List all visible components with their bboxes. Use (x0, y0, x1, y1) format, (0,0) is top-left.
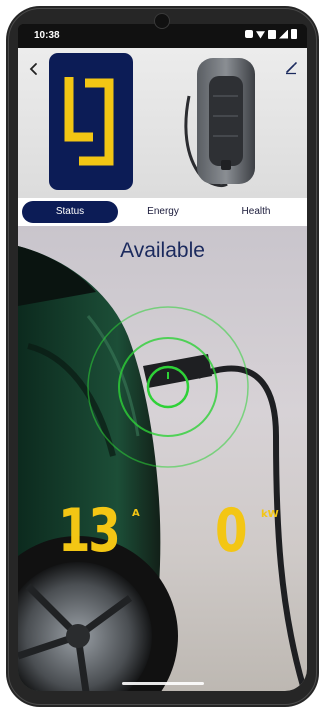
back-button[interactable] (24, 60, 44, 80)
tab-status[interactable]: Status (22, 201, 118, 223)
chevron-left-icon (29, 63, 37, 75)
sim-icon (268, 29, 276, 39)
status-icons (245, 29, 297, 39)
signal-icon (279, 29, 288, 39)
home-indicator[interactable] (122, 682, 204, 685)
current-value: 13 (58, 496, 121, 566)
wifi-icon (256, 31, 265, 39)
logo-mark-icon (64, 77, 114, 166)
current-unit: A (132, 508, 140, 519)
battery-icon (291, 29, 297, 39)
power-unit: kW (261, 509, 279, 520)
front-camera (154, 13, 170, 29)
power-value: 0 (215, 496, 248, 566)
brand-logo (49, 53, 133, 190)
status-time: 10:38 (34, 30, 60, 41)
wallbox-charger-image (184, 58, 255, 188)
sync-icon (245, 30, 253, 38)
device-header (18, 48, 307, 198)
app-screen: 10:38 Status Energy Health Available 13 … (18, 24, 307, 691)
pencil-icon (286, 62, 297, 75)
ev-charging-scene (18, 246, 306, 691)
edit-button[interactable] (281, 60, 301, 80)
status-panel: Available 13 A 0 kW (18, 226, 307, 691)
tab-energy[interactable]: Energy (115, 201, 211, 223)
tab-bar: Status Energy Health (18, 198, 307, 226)
tab-health[interactable]: Health (208, 201, 304, 223)
availability-status: Available (120, 239, 205, 262)
